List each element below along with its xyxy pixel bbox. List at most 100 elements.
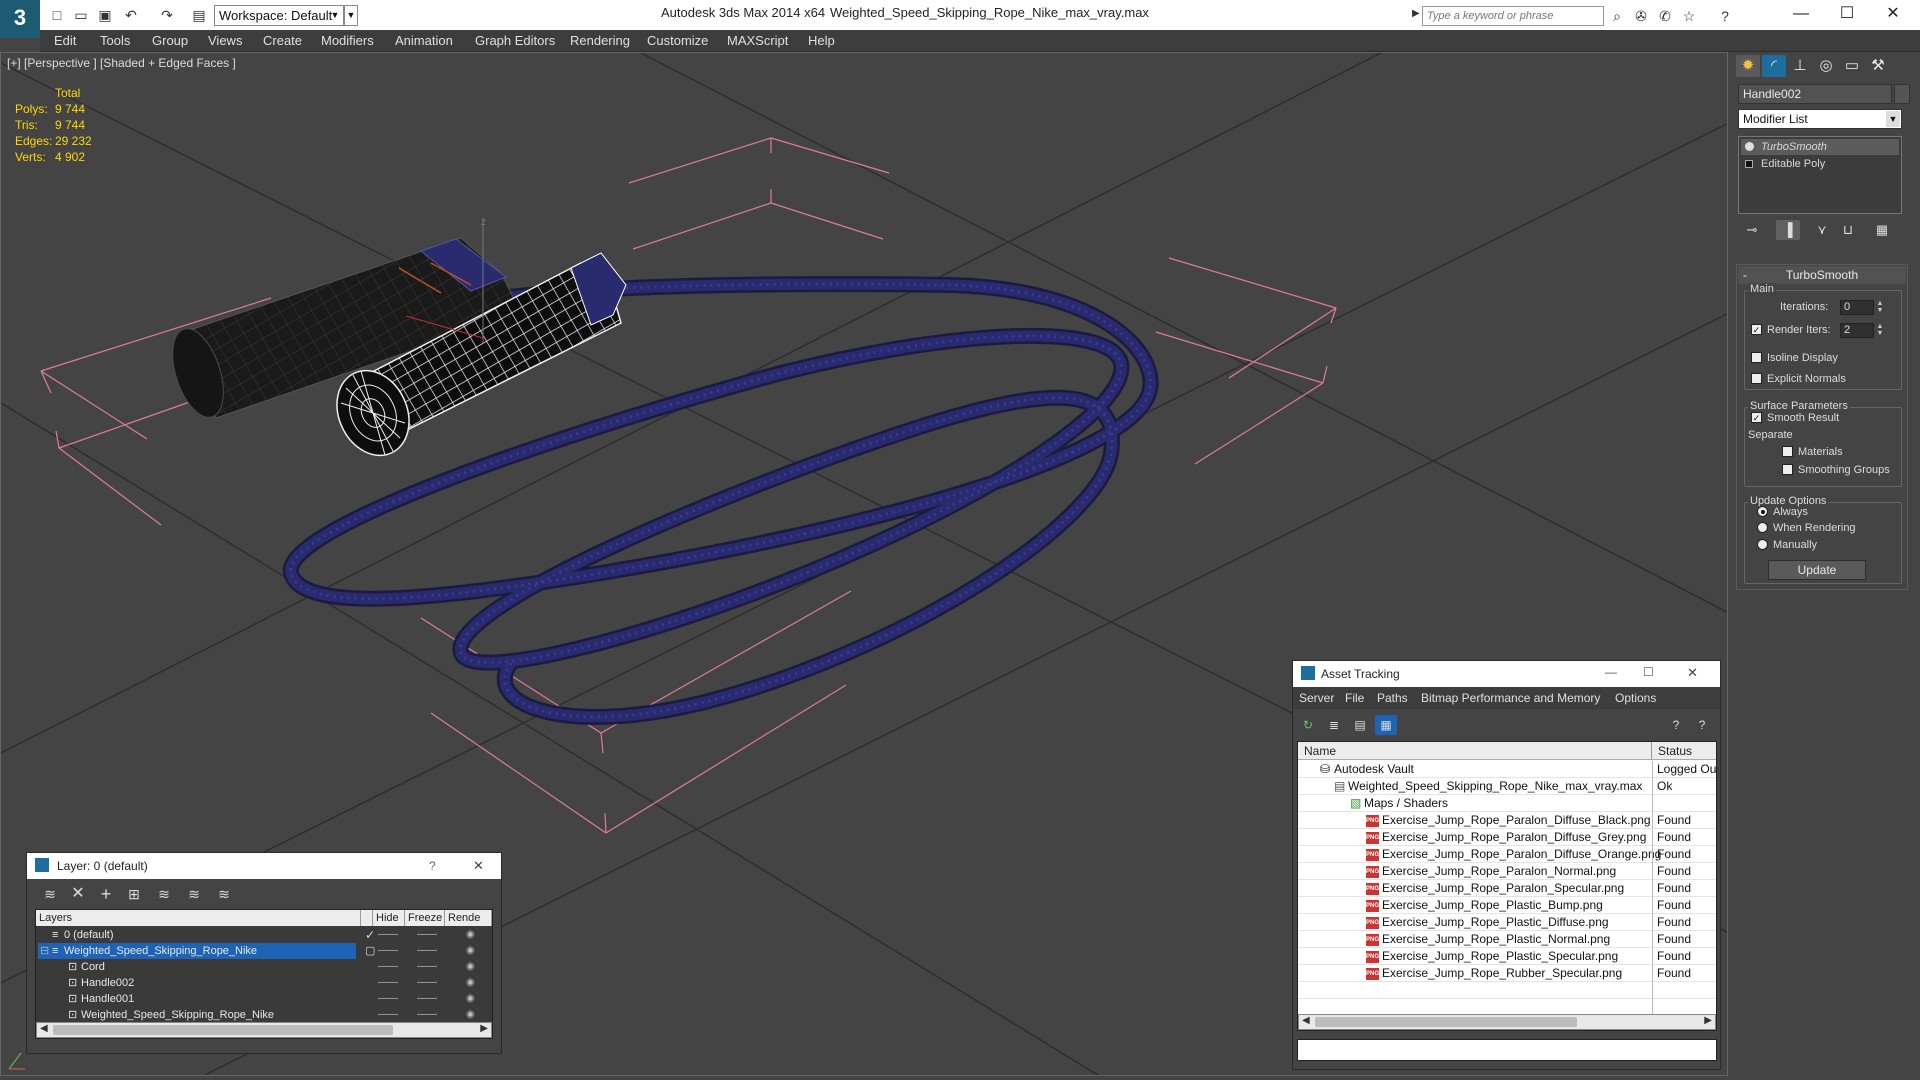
freeze-toggle[interactable]: —— bbox=[417, 959, 437, 975]
close-button[interactable]: ✕ bbox=[1870, 0, 1916, 30]
asset-row[interactable]: PNG Exercise_Jump_Rope_Rubber_Specular.pn… bbox=[1298, 965, 1716, 982]
favorites-icon[interactable]: ☆ bbox=[1680, 7, 1698, 25]
when-rendering-radio[interactable] bbox=[1757, 522, 1768, 533]
remove-modifier-icon[interactable]: ⊔ bbox=[1836, 220, 1860, 240]
table-view-icon[interactable]: ▦ bbox=[1375, 715, 1397, 735]
show-end-result-icon[interactable]: ▐ bbox=[1776, 220, 1800, 240]
create-layer-icon[interactable]: ≋ bbox=[39, 883, 61, 905]
col-status[interactable]: Status bbox=[1652, 742, 1716, 760]
col-layers[interactable]: Layers bbox=[36, 910, 361, 926]
motion-tab-icon[interactable]: ◎ bbox=[1814, 55, 1838, 77]
workspace-selector[interactable]: Workspace: Default ▼ bbox=[214, 5, 344, 26]
menu-tools[interactable]: Tools bbox=[100, 33, 130, 48]
expand-icon[interactable] bbox=[1745, 160, 1753, 168]
asset-row[interactable]: PNG Exercise_Jump_Rope_Plastic_Specular.p… bbox=[1298, 948, 1716, 965]
help-icon[interactable]: ? bbox=[1665, 715, 1687, 735]
layer-dialog-titlebar[interactable]: Layer: 0 (default) ? ✕ bbox=[27, 853, 501, 879]
close-button[interactable]: ✕ bbox=[1687, 665, 1698, 681]
freeze-toggle[interactable]: —— bbox=[417, 991, 437, 1007]
asset-row[interactable]: PNG Exercise_Jump_Rope_Paralon_Diffuse_Bl… bbox=[1298, 812, 1716, 829]
hide-toggle[interactable]: —— bbox=[378, 943, 398, 959]
render-toggle-icon[interactable]: ◉ bbox=[466, 975, 475, 991]
hide-toggle[interactable]: —— bbox=[378, 927, 398, 943]
object-name-field[interactable]: Handle002 bbox=[1738, 84, 1892, 104]
maximize-button[interactable]: ☐ bbox=[1643, 665, 1654, 679]
binoculars-icon[interactable]: ⌕ bbox=[1608, 7, 1626, 25]
asset-row[interactable]: PNG Exercise_Jump_Rope_Paralon_Diffuse_Or… bbox=[1298, 846, 1716, 863]
refresh-icon[interactable]: ↻ bbox=[1297, 715, 1319, 735]
undo-icon[interactable]: ↶ bbox=[122, 6, 140, 24]
maximize-button[interactable]: ☐ bbox=[1824, 0, 1870, 30]
stack-item-turbosmooth[interactable]: TurboSmooth bbox=[1741, 139, 1899, 155]
asset-row[interactable]: PNG Exercise_Jump_Rope_Paralon_Diffuse_Gr… bbox=[1298, 829, 1716, 846]
render-toggle-icon[interactable]: ◉ bbox=[466, 943, 475, 959]
asset-row[interactable]: PNG Exercise_Jump_Rope_Plastic_Normal.png… bbox=[1298, 931, 1716, 948]
hide-toggle[interactable]: —— bbox=[378, 975, 398, 991]
menu-modifiers[interactable]: Modifiers bbox=[321, 33, 374, 48]
render-iters-spinner[interactable]: 2 bbox=[1840, 323, 1874, 338]
make-unique-icon[interactable]: ⋎ bbox=[1810, 220, 1834, 240]
asset-row[interactable]: PNG Exercise_Jump_Rope_Paralon_Normal.png… bbox=[1298, 863, 1716, 880]
scrollbar-thumb[interactable] bbox=[53, 1025, 393, 1035]
iterations-spinner[interactable]: 0 bbox=[1840, 300, 1874, 315]
menu-paths[interactable]: Paths bbox=[1377, 691, 1408, 705]
spinner-arrows-icon[interactable]: ▲ ▼ bbox=[1876, 300, 1884, 315]
col-freeze[interactable]: Freeze bbox=[405, 910, 445, 926]
layer-row[interactable]: ≡ 0 (default) ✓ —— —— ◉ bbox=[36, 927, 492, 943]
minimize-button[interactable]: — bbox=[1778, 0, 1824, 30]
col-name[interactable]: Name bbox=[1298, 742, 1652, 760]
hide-toggle[interactable]: —— bbox=[378, 959, 398, 975]
subscription-icon[interactable]: ✇ bbox=[1632, 7, 1650, 25]
configure-sets-icon[interactable]: ▦ bbox=[1870, 220, 1894, 240]
asset-row[interactable]: ⛁ Autodesk Vault Logged Out bbox=[1298, 761, 1716, 778]
new-file-icon[interactable]: □ bbox=[48, 6, 66, 24]
isoline-display-checkbox[interactable] bbox=[1751, 352, 1762, 363]
layer-row[interactable]: ⊡ Weighted_Speed_Skipping_Rope_Nike —— —… bbox=[36, 1007, 492, 1023]
smooth-result-checkbox[interactable]: ✓ bbox=[1751, 412, 1762, 423]
freeze-all-icon[interactable]: ≋ bbox=[213, 883, 235, 905]
redo-icon[interactable]: ↷ bbox=[158, 6, 176, 24]
render-iters-checkbox[interactable]: ✓ bbox=[1751, 324, 1762, 335]
communication-icon[interactable]: ✆ bbox=[1656, 7, 1674, 25]
asset-row[interactable]: PNG Exercise_Jump_Rope_Plastic_Bump.png Fo… bbox=[1298, 897, 1716, 914]
manually-radio[interactable] bbox=[1757, 539, 1768, 550]
delete-layer-icon[interactable]: ✕ bbox=[67, 883, 89, 905]
create-tab-icon[interactable]: ✹ bbox=[1736, 55, 1760, 77]
modifier-list-dropdown[interactable]: Modifier List ▼ bbox=[1738, 109, 1902, 129]
save-file-icon[interactable]: ▣ bbox=[96, 6, 114, 24]
menu-graph-editors[interactable]: Graph Editors bbox=[475, 33, 555, 48]
app-logo-button[interactable]: 3 bbox=[0, 0, 40, 38]
freeze-toggle[interactable]: —— bbox=[417, 927, 437, 943]
update-button[interactable]: Update bbox=[1768, 560, 1866, 580]
select-objects-icon[interactable]: ⊞ bbox=[123, 883, 145, 905]
hide-toggle[interactable]: —— bbox=[378, 991, 398, 1007]
layer-row[interactable]: ⊡ Handle001 —— —— ◉ bbox=[36, 991, 492, 1007]
asset-tracking-titlebar[interactable]: Asset Tracking — ☐ ✕ bbox=[1293, 661, 1720, 687]
scroll-left-icon[interactable]: ◀ bbox=[1302, 1015, 1310, 1026]
col-render[interactable]: Rende bbox=[445, 910, 492, 926]
horizontal-scrollbar[interactable]: ◀ ▶ bbox=[1298, 1014, 1716, 1030]
project-folder-icon[interactable]: ▤ bbox=[190, 6, 208, 24]
help-button[interactable]: ? bbox=[429, 859, 436, 873]
layer-row[interactable]: ⊟ ≡ Weighted_Speed_Skipping_Rope_Nike ▢ … bbox=[36, 943, 492, 959]
asset-path-field[interactable] bbox=[1297, 1039, 1717, 1061]
hierarchy-tab-icon[interactable]: ⊥ bbox=[1788, 55, 1812, 77]
layer-row[interactable]: ⊡ Cord —— —— ◉ bbox=[36, 959, 492, 975]
always-radio[interactable] bbox=[1757, 506, 1768, 517]
render-toggle-icon[interactable]: ◉ bbox=[466, 991, 475, 1007]
freeze-toggle[interactable]: —— bbox=[417, 1007, 437, 1023]
menu-server[interactable]: Server bbox=[1299, 691, 1334, 705]
menu-rendering[interactable]: Rendering bbox=[570, 33, 630, 48]
display-tab-icon[interactable]: ▭ bbox=[1840, 55, 1864, 77]
render-toggle-icon[interactable]: ◉ bbox=[466, 927, 475, 943]
list-view-icon[interactable]: ≣ bbox=[1323, 715, 1345, 735]
render-toggle-icon[interactable]: ◉ bbox=[466, 959, 475, 975]
highlight-layer-icon[interactable]: ≋ bbox=[153, 883, 175, 905]
utilities-tab-icon[interactable]: ⚒ bbox=[1866, 55, 1890, 77]
hide-toggle[interactable]: —— bbox=[378, 1007, 398, 1023]
pin-stack-icon[interactable]: ⊸ bbox=[1740, 220, 1764, 240]
workspace-menu-button[interactable]: ▼ bbox=[344, 5, 358, 26]
add-to-layer-icon[interactable]: + bbox=[95, 883, 117, 905]
close-button[interactable]: ✕ bbox=[473, 858, 484, 874]
menu-file[interactable]: File bbox=[1345, 691, 1364, 705]
